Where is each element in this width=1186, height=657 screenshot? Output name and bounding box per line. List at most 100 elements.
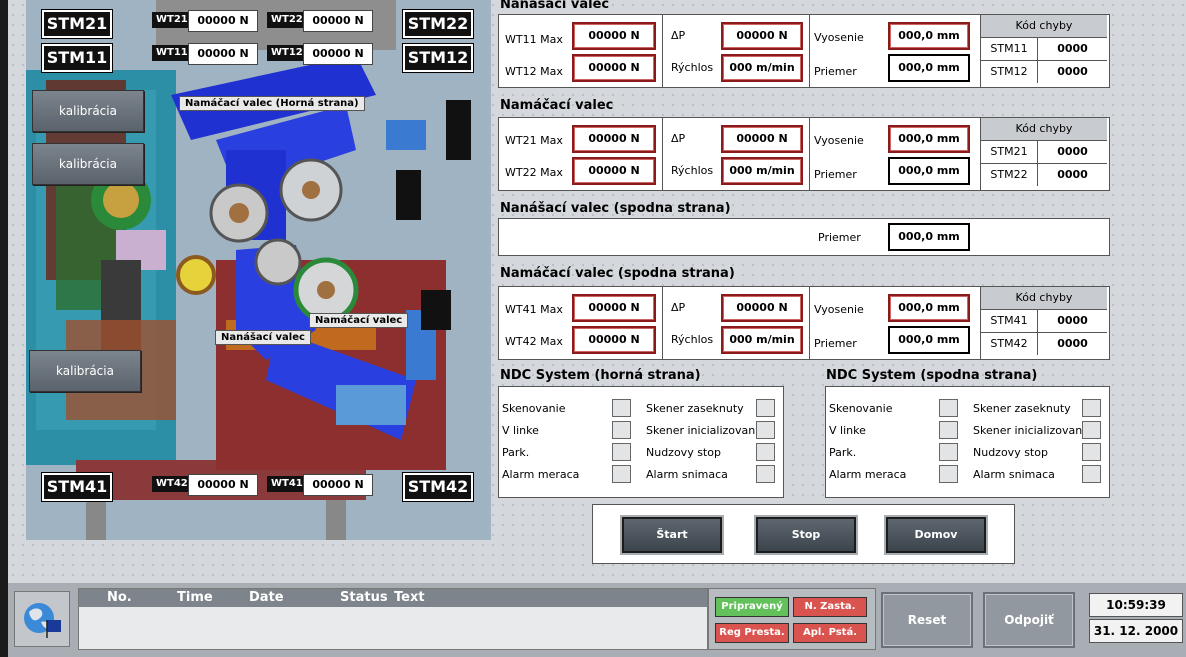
wt11-max-value: 00000 N [572, 22, 656, 50]
status-indicator [939, 465, 958, 483]
section1-panel: WT11 Max 00000 N WT12 Max 00000 N ΔP 000… [498, 14, 1110, 88]
col-no: No. [107, 590, 132, 605]
ndc-label: Alarm snimaca [646, 468, 728, 481]
disconnect-button[interactable]: Odpojiť [983, 592, 1075, 648]
ndc-label: Skener zaseknuty [973, 402, 1071, 415]
status-indicator [612, 421, 631, 439]
col-time: Time [177, 590, 213, 605]
col-date: Date [249, 590, 284, 605]
wt11-value: 00000 N [188, 43, 258, 65]
offset-label: Vyosenie [814, 134, 864, 147]
ndc-label: Skenovanie [829, 402, 893, 415]
calibration-button-2[interactable]: kalibrácia [32, 143, 144, 185]
globe-icon[interactable] [14, 591, 70, 647]
dp-label: ΔP [671, 132, 686, 145]
ndc-label: Alarm snimaca [973, 468, 1055, 481]
status-indicator [612, 443, 631, 461]
status-indicator [939, 443, 958, 461]
status-indicator [939, 421, 958, 439]
calibration-button-1[interactable]: kalibrácia [32, 90, 144, 132]
status-indicator [1082, 443, 1101, 461]
ndc-label: V linke [502, 424, 539, 437]
wt12-max-label: WT12 Max [505, 65, 563, 78]
dp-value: 00000 N [721, 294, 803, 322]
home-button[interactable]: Domov [886, 517, 986, 553]
callout-wetting-roller: Namáčací valec [309, 313, 409, 328]
wt42-value: 00000 N [188, 474, 258, 496]
clock-date: 31. 12. 2000 [1089, 619, 1183, 643]
status-panel: Pripravený N. Zasta. Reg Presta. Apl. Ps… [708, 588, 876, 650]
alarm-list[interactable]: No. Time Date Status Text [78, 588, 708, 650]
ndc-label: Skener inicializovany [646, 424, 762, 437]
ndc-label: Nudzovy stop [973, 446, 1048, 459]
ndc-label: Park. [502, 446, 530, 459]
section2-panel: WT21 Max 00000 N WT22 Max 00000 N ΔP 000… [498, 117, 1110, 191]
status-n-stop: N. Zasta. [793, 597, 867, 617]
ndc-label: Skener zaseknuty [646, 402, 744, 415]
offset-value: 000,0 mm [888, 125, 970, 153]
ndc-label: Nudzovy stop [646, 446, 721, 459]
stm21-tag: STM21 [41, 9, 113, 39]
diameter-label: Priemer [818, 231, 861, 244]
ndc-bottom-title: NDC System (spodna strana) [826, 368, 1038, 383]
ndc-label: Park. [829, 446, 857, 459]
status-indicator [1082, 465, 1101, 483]
bottom-roller-title: Nanášací valec (spodna strana) [500, 201, 731, 216]
stm12-tag: STM12 [402, 43, 474, 73]
offset-label: Vyosenie [814, 31, 864, 44]
dp-label: ΔP [671, 29, 686, 42]
section3-title: Namáčací valec (spodna strana) [500, 266, 735, 281]
callout-applying-roller: Nanášací valec [215, 330, 311, 345]
main-panel: STM21 STM22 STM11 STM12 STM41 STM42 WT21… [8, 0, 1186, 583]
error-code-header: Kód chyby [981, 15, 1107, 38]
status-indicator [756, 443, 775, 461]
ndc-top-title: NDC System (horná strana) [500, 368, 701, 383]
machine-illustration [26, 0, 491, 540]
status-indicator [612, 399, 631, 417]
status-indicator [1082, 421, 1101, 439]
ndc-label: Skenovanie [502, 402, 566, 415]
clock-time: 10:59:39 [1089, 593, 1183, 617]
diameter-label: Priemer [814, 168, 857, 181]
status-ready: Pripravený [715, 597, 789, 617]
col-text: Text [394, 590, 425, 605]
calibration-button-3[interactable]: kalibrácia [29, 350, 141, 392]
error-code-header: Kód chyby [981, 118, 1107, 141]
ndc-label: Skener inicializovany [973, 424, 1089, 437]
control-panel: Štart Stop Domov [592, 504, 1015, 564]
status-indicator [756, 465, 775, 483]
speed-label: Rýchlos [671, 61, 714, 74]
status-indicator [1082, 399, 1101, 417]
section1-title: Nanášací valec [500, 0, 610, 12]
callout-wetting-roller-top: Namáčací valec (Horná strana) [179, 96, 365, 111]
error-code-header: Kód chyby [981, 287, 1107, 310]
wt21-label: WT21 [152, 12, 192, 28]
ndc-label: Alarm meraca [829, 468, 907, 481]
speed-value: 000 m/min [721, 54, 803, 82]
error-row: STM22 0000 [981, 164, 1107, 186]
ndc-label: Alarm meraca [502, 468, 580, 481]
offset-value: 000,0 mm [888, 294, 970, 322]
status-indicator [939, 399, 958, 417]
section2-title: Namáčací valec [500, 98, 614, 113]
wt22-max-label: WT22 Max [505, 166, 563, 179]
speed-value: 000 m/min [721, 157, 803, 185]
error-row: STM41 0000 [981, 310, 1107, 333]
error-code-table-2: Kód chyby STM21 0000 STM22 0000 [980, 118, 1109, 190]
wt22-label: WT22 [267, 12, 307, 28]
ndc-bottom-panel: Skenovanie V linke Park. Alarm meraca Sk… [825, 386, 1110, 498]
wt12-value: 00000 N [303, 43, 373, 65]
error-row: STM42 0000 [981, 333, 1107, 355]
start-button[interactable]: Štart [622, 517, 722, 553]
dp-value: 00000 N [721, 125, 803, 153]
dp-value: 00000 N [721, 22, 803, 50]
col-status: Status [340, 590, 388, 605]
diameter-value: 000,0 mm [888, 54, 970, 82]
diameter-value: 000,0 mm [888, 223, 970, 251]
stop-button[interactable]: Stop [756, 517, 856, 553]
reset-button[interactable]: Reset [881, 592, 973, 648]
alarm-list-header: No. Time Date Status Text [79, 589, 707, 607]
wt41-max-value: 00000 N [572, 294, 656, 322]
dp-label: ΔP [671, 301, 686, 314]
wt42-max-label: WT42 Max [505, 335, 563, 348]
